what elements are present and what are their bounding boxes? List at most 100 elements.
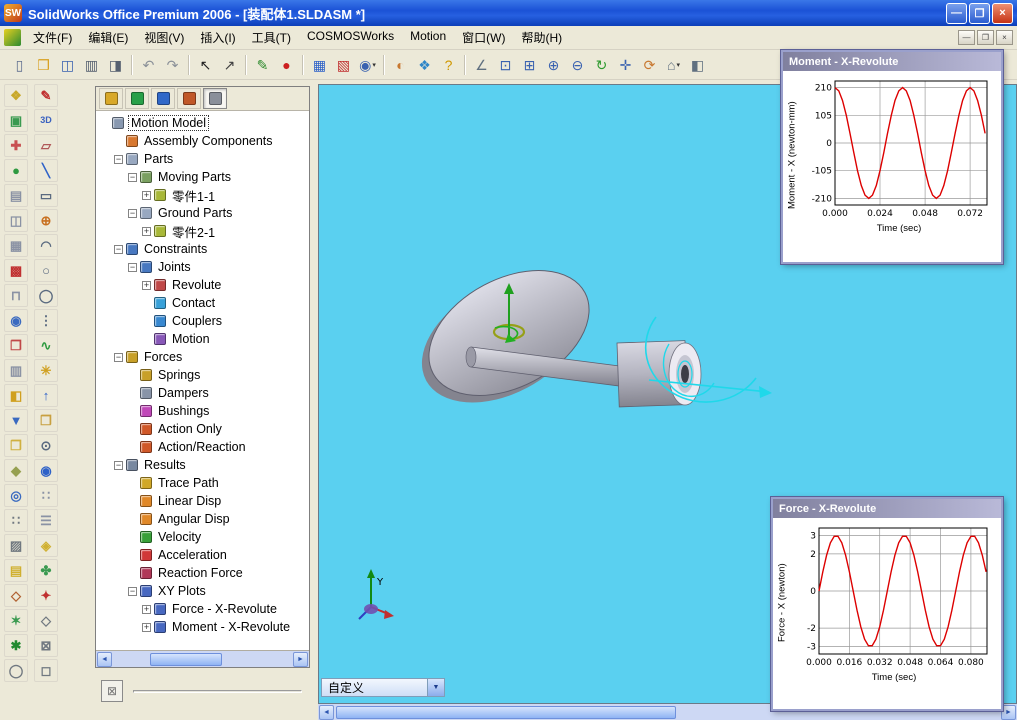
collapse-icon[interactable]: − <box>114 460 123 470</box>
motionmanager-tab[interactable] <box>203 88 227 109</box>
sketch-tool-14-button[interactable]: ❒ <box>34 409 58 432</box>
tree-item[interactable]: − Ground Parts <box>98 204 309 222</box>
sketch-tool-16-button[interactable]: ◉ <box>34 459 58 482</box>
tree-item[interactable]: + Revolute <box>98 276 309 294</box>
chart-titlebar[interactable]: Moment - X-Revolute <box>783 52 1001 71</box>
tree-item[interactable]: Acceleration <box>98 546 309 564</box>
assembly-tool-6-button[interactable]: ◫ <box>4 209 28 232</box>
sketch-tool-23-button[interactable]: ⊠ <box>34 634 58 657</box>
collapse-icon[interactable]: − <box>114 154 123 164</box>
expand-icon[interactable]: + <box>142 622 151 632</box>
select-other-button[interactable]: ↗ <box>218 53 241 76</box>
print-preview-button[interactable]: ◨ <box>104 53 127 76</box>
tree-item[interactable]: Springs <box>98 366 309 384</box>
assembly-tool-15-button[interactable]: ❒ <box>4 434 28 457</box>
sketch-tool-15-button[interactable]: ⊙ <box>34 434 58 457</box>
view-config-combobox[interactable]: 自定义 ▼ <box>321 678 445 697</box>
collapse-icon[interactable]: − <box>128 586 137 596</box>
minimize-button[interactable]: — <box>946 2 967 24</box>
tree-item[interactable]: + Force - X-Revolute <box>98 600 309 618</box>
tree-item[interactable]: Dampers <box>98 384 309 402</box>
scroll-thumb[interactable] <box>336 705 676 719</box>
sketch-tool-9-button[interactable]: ◯ <box>34 284 58 307</box>
sketch-tool-24-button[interactable]: ◻ <box>34 659 58 682</box>
assembly-tool-23-button[interactable]: ✱ <box>4 634 28 657</box>
collapse-icon[interactable]: − <box>114 244 123 254</box>
assembly-tool-4-button[interactable]: ● <box>4 159 28 182</box>
tree-item[interactable]: − Parts <box>98 150 309 168</box>
tree-item[interactable]: Contact <box>98 294 309 312</box>
tree-item[interactable]: − Constraints <box>98 240 309 258</box>
sketch-tool-12-button[interactable]: ✳ <box>34 359 58 382</box>
menu-item[interactable]: 视图(V) <box>136 26 192 49</box>
cylinder-part[interactable] <box>616 340 702 408</box>
assembly-tool-24-button[interactable]: ◯ <box>4 659 28 682</box>
sketch-button[interactable]: ✎ <box>251 53 274 76</box>
menu-item[interactable]: 插入(I) <box>192 26 243 49</box>
open-document-button[interactable]: ❒ <box>32 53 55 76</box>
cosmos-tab[interactable] <box>177 88 201 109</box>
sketch-tool-6-button[interactable]: ⊕ <box>34 209 58 232</box>
assembly-tool-11-button[interactable]: ❐ <box>4 334 28 357</box>
collapse-icon[interactable]: − <box>128 172 137 182</box>
sketch-tool-1-button[interactable]: ✎ <box>34 84 58 107</box>
assembly-tool-17-button[interactable]: ◎ <box>4 484 28 507</box>
assembly-tool-5-button[interactable]: ▤ <box>4 184 28 207</box>
help-button[interactable]: ? <box>437 53 460 76</box>
tree-item[interactable]: − XY Plots <box>98 582 309 600</box>
sketch-tool-2-button[interactable]: 3D <box>34 109 58 132</box>
sketch-tool-21-button[interactable]: ✦ <box>34 584 58 607</box>
assembly-tool-20-button[interactable]: ▤ <box>4 559 28 582</box>
mdi-minimize-button[interactable]: — <box>958 30 975 45</box>
tree-item[interactable]: Couplers <box>98 312 309 330</box>
menu-item[interactable]: 帮助(H) <box>513 26 570 49</box>
sketch-tool-7-button[interactable]: ◠ <box>34 234 58 257</box>
menu-item[interactable]: 编辑(E) <box>80 26 136 49</box>
scroll-left-icon[interactable]: ◄ <box>97 651 112 667</box>
sketch-tool-10-button[interactable]: ⋮ <box>34 309 58 332</box>
assembly-tool-8-button[interactable]: ▩ <box>4 259 28 282</box>
timeline-slider[interactable] <box>133 690 302 693</box>
view-orientation-button[interactable]: ◉ ▾ <box>356 53 379 76</box>
undo-button[interactable]: ↶ <box>137 53 160 76</box>
zoom-to-fit-button[interactable]: ⊡ <box>494 53 517 76</box>
tree-item[interactable]: Linear Disp <box>98 492 309 510</box>
chart-titlebar[interactable]: Force - X-Revolute <box>773 499 1001 518</box>
assembly-tool-14-button[interactable]: ▼ <box>4 409 28 432</box>
tree-item[interactable]: Velocity <box>98 528 309 546</box>
featuremanager-tab[interactable] <box>99 88 123 109</box>
assembly-tool-2-button[interactable]: ▣ <box>4 109 28 132</box>
scroll-right-icon[interactable]: ► <box>293 651 308 667</box>
sketch-tool-18-button[interactable]: ☰ <box>34 509 58 532</box>
tree-item[interactable]: − Forces <box>98 348 309 366</box>
assembly-tool-1-button[interactable]: ❖ <box>4 84 28 107</box>
assembly-tool-7-button[interactable]: ▦ <box>4 234 28 257</box>
sketch-tool-8-button[interactable]: ○ <box>34 259 58 282</box>
assembly-tool-19-button[interactable]: ▨ <box>4 534 28 557</box>
sketch-point-button[interactable]: ● <box>275 53 298 76</box>
print-button[interactable]: ▥ <box>80 53 103 76</box>
assembly-tool-10-button[interactable]: ◉ <box>4 309 28 332</box>
assembly-tool-18-button[interactable]: ∷ <box>4 509 28 532</box>
assembly-tool-21-button[interactable]: ◇ <box>4 584 28 607</box>
select-button[interactable]: ↖ <box>194 53 217 76</box>
display-style-button[interactable]: ◧ <box>686 53 709 76</box>
tree-item[interactable]: Angular Disp <box>98 510 309 528</box>
tree-item[interactable]: Motion <box>98 330 309 348</box>
save-button[interactable]: ◫ <box>56 53 79 76</box>
tree-item[interactable]: Motion Model <box>98 114 309 132</box>
standard-views-button[interactable]: ⌂ ▾ <box>662 53 685 76</box>
tree-item[interactable]: Trace Path <box>98 474 309 492</box>
tree-item[interactable]: + 零件1-1 <box>98 186 309 204</box>
refresh-view-button[interactable]: ↻ <box>590 53 613 76</box>
restore-button[interactable]: ❐ <box>969 2 990 24</box>
configurationmanager-tab[interactable] <box>151 88 175 109</box>
collapse-icon[interactable]: − <box>114 352 123 362</box>
timeline-toggle-button[interactable]: ⊠ <box>101 680 123 702</box>
expand-icon[interactable]: + <box>142 190 151 200</box>
assembly-tool-3-button[interactable]: ✚ <box>4 134 28 157</box>
tree-item[interactable]: Action Only <box>98 420 309 438</box>
menu-item[interactable]: Motion <box>402 26 454 49</box>
scroll-left-icon[interactable]: ◄ <box>319 704 334 720</box>
sketch-tool-20-button[interactable]: ✤ <box>34 559 58 582</box>
